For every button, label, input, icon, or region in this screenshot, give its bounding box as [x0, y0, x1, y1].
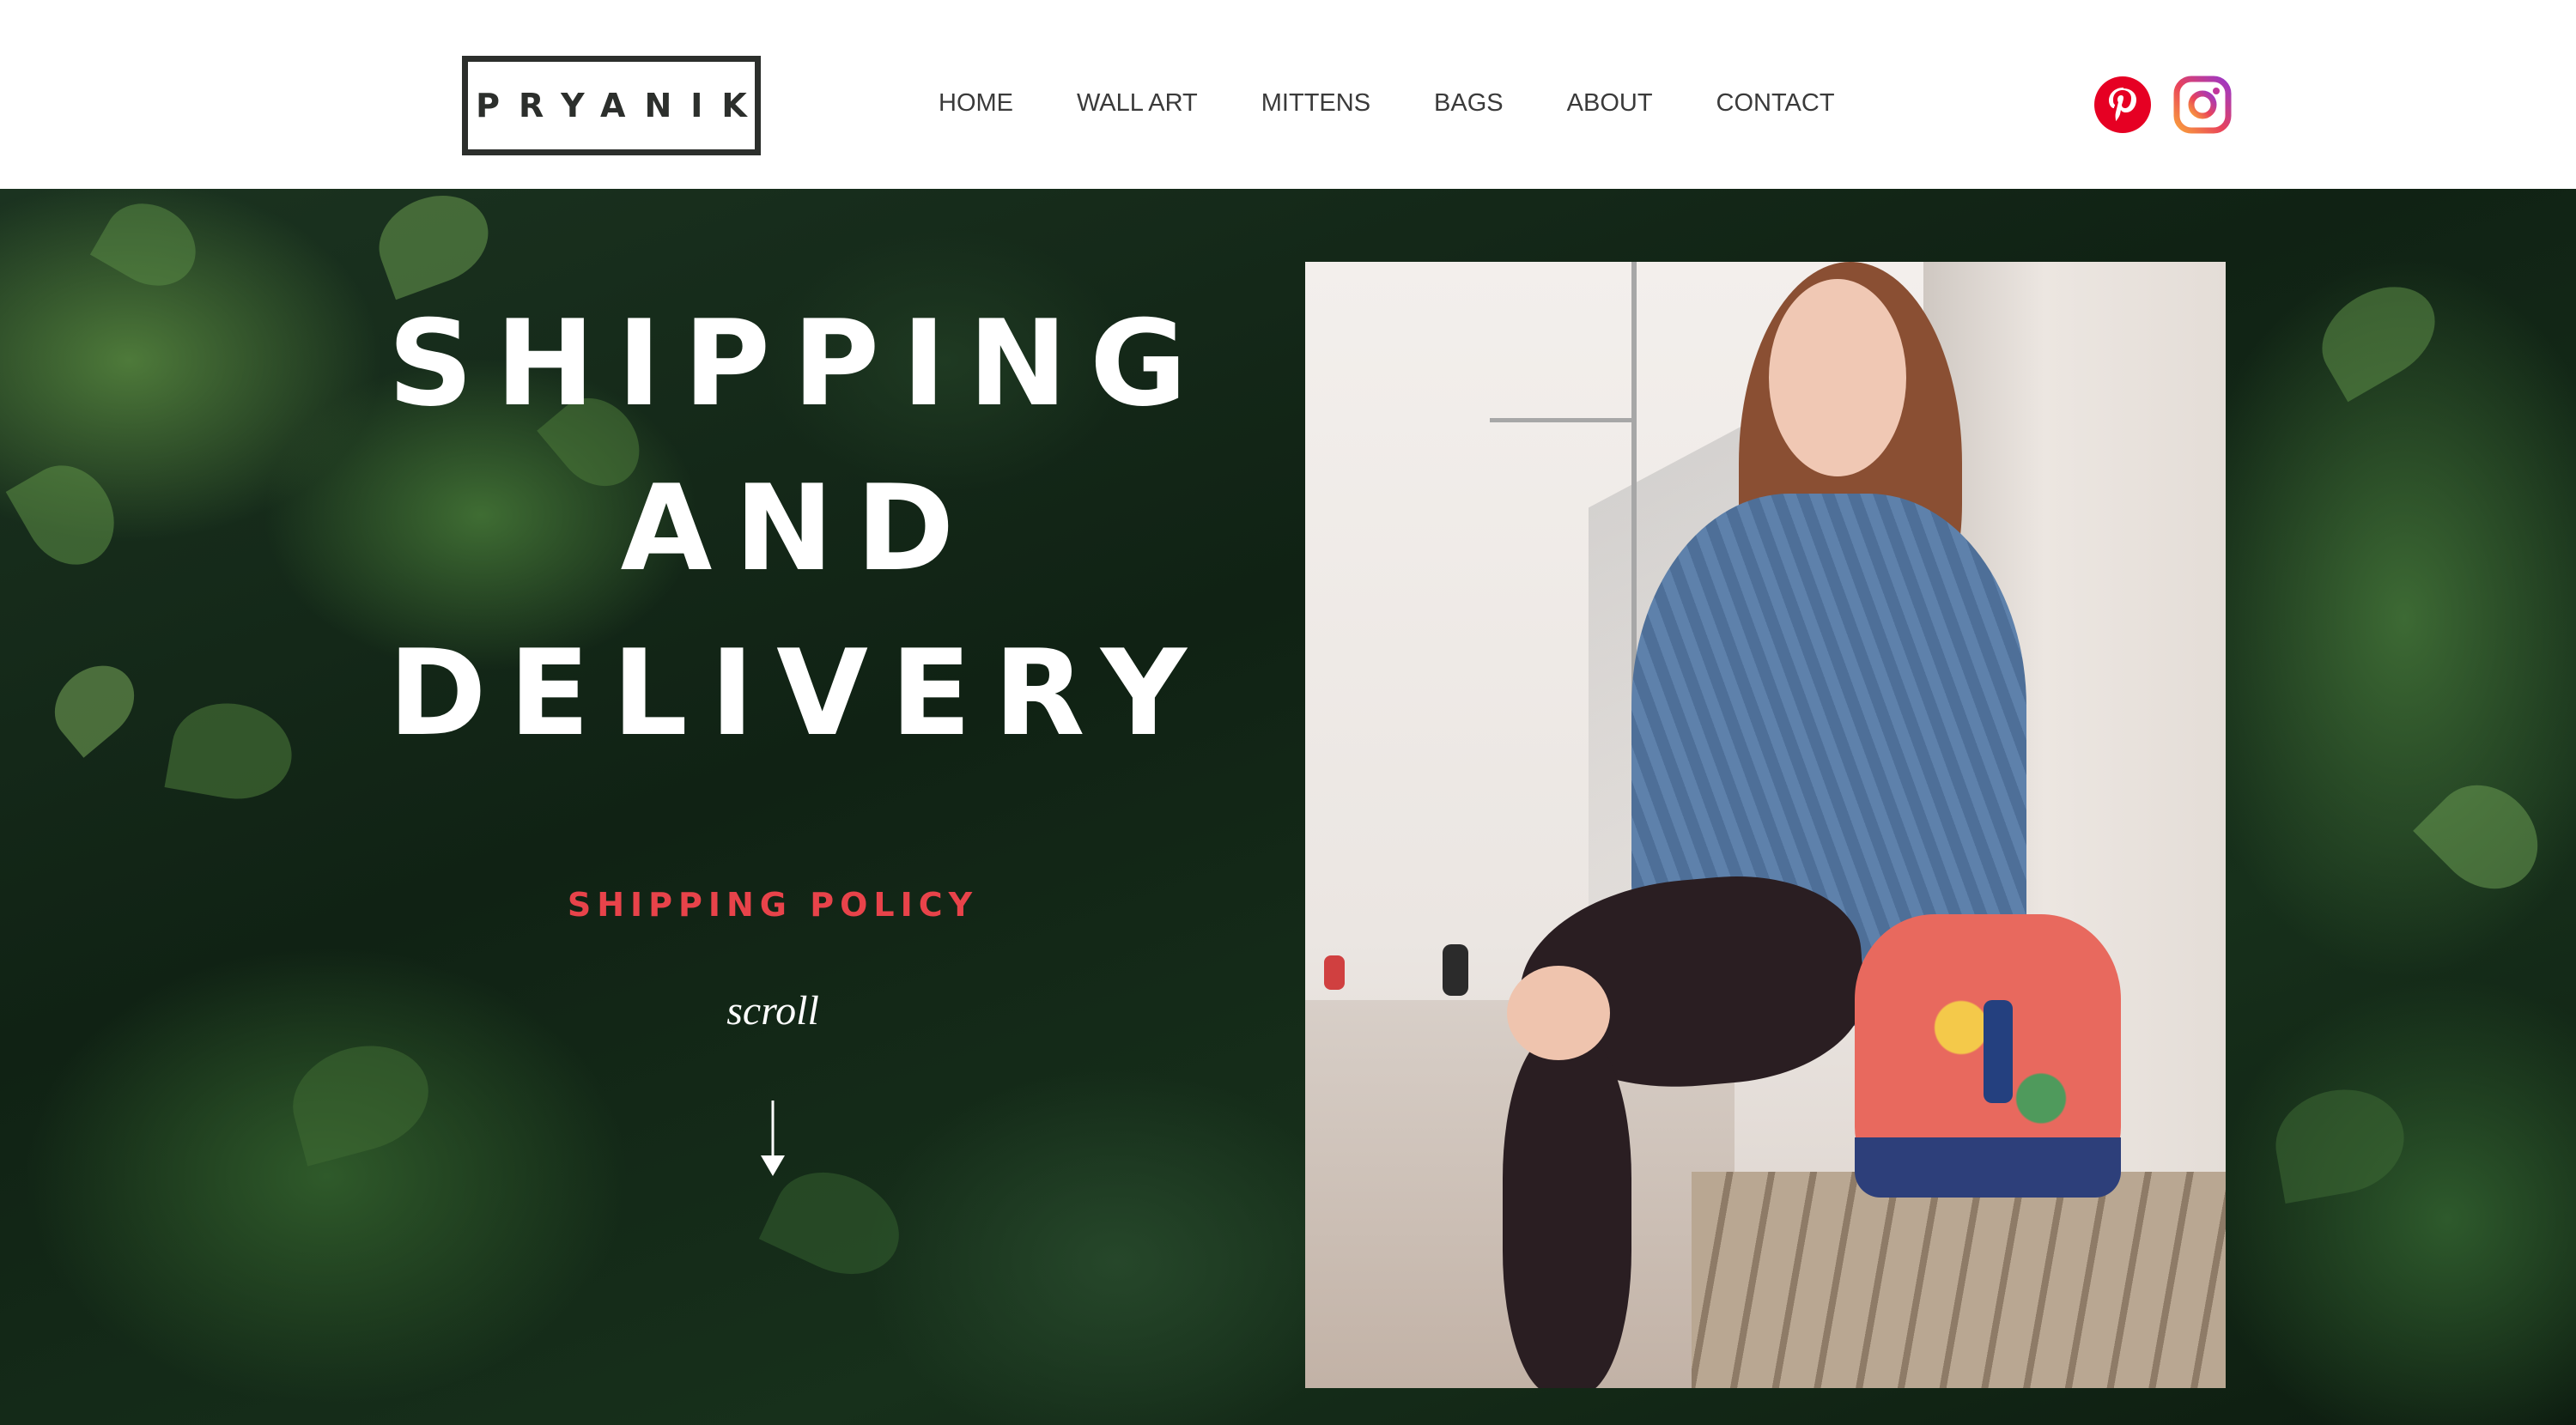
- nav-wall-art[interactable]: WALL ART: [1045, 82, 1230, 127]
- title-line: AND: [620, 459, 977, 597]
- nav-home[interactable]: HOME: [907, 82, 1045, 127]
- arrow-down-icon[interactable]: [756, 1101, 790, 1178]
- page-title: SHIPPING AND DELIVERY: [369, 282, 1228, 776]
- nav-about[interactable]: ABOUT: [1535, 82, 1685, 127]
- nav-bags[interactable]: BAGS: [1402, 82, 1535, 127]
- social-links: [2093, 76, 2232, 134]
- title-line: DELIVERY: [388, 624, 1209, 762]
- pinterest-icon[interactable]: [2093, 76, 2152, 134]
- title-line: SHIPPING: [387, 294, 1210, 433]
- hero-section: SHIPPING AND DELIVERY SHIPPING POLICY sc…: [0, 189, 2576, 1425]
- scroll-label[interactable]: scroll: [644, 987, 902, 1034]
- main-nav: HOME WALL ART MITTENS BAGS ABOUT CONTACT: [907, 82, 1867, 127]
- site-header: PRYANIK HOME WALL ART MITTENS BAGS ABOUT…: [0, 0, 2576, 189]
- instagram-icon[interactable]: [2173, 76, 2232, 134]
- shipping-policy-link[interactable]: SHIPPING POLICY: [515, 886, 1030, 924]
- hero-photo: [1305, 262, 2226, 1388]
- nav-mittens[interactable]: MITTENS: [1230, 82, 1402, 127]
- site-logo[interactable]: PRYANIK: [462, 56, 761, 155]
- nav-contact[interactable]: CONTACT: [1685, 82, 1867, 127]
